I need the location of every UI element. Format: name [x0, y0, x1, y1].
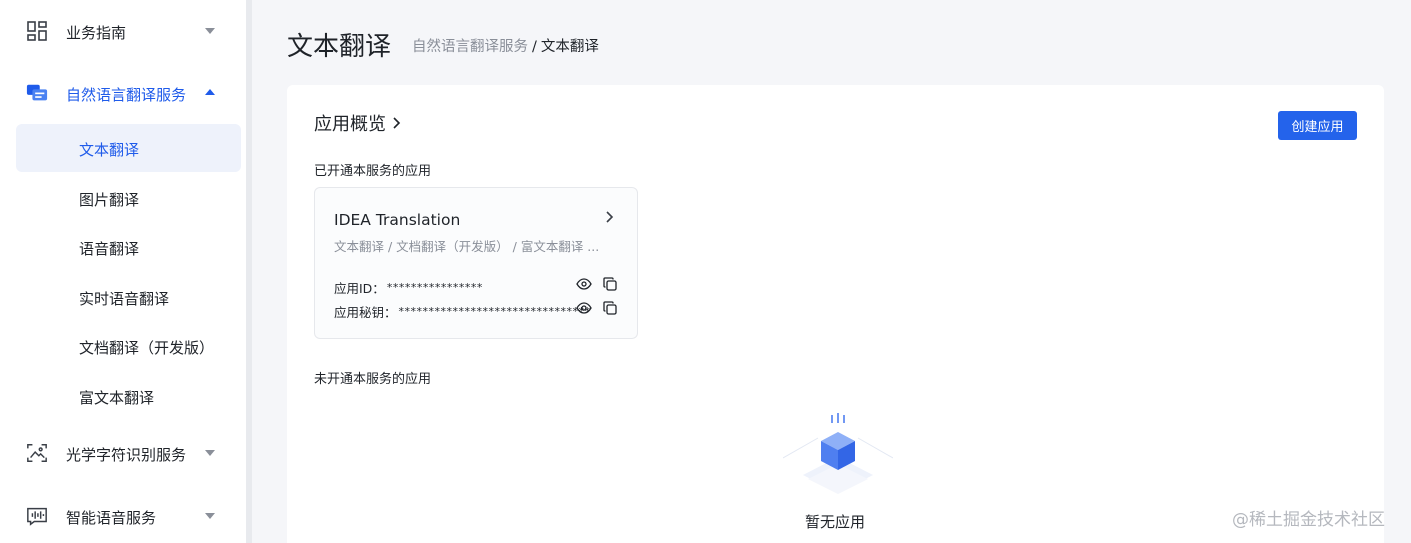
chevron-up-icon — [205, 89, 215, 95]
copy-icon[interactable] — [603, 277, 617, 291]
nav-group-label: 智能语音服务 — [66, 509, 157, 527]
disabled-apps-label: 未开通本服务的应用 — [314, 372, 432, 387]
breadcrumb-separator: / — [532, 39, 537, 55]
copy-icon[interactable] — [603, 301, 617, 315]
chevron-down-icon — [205, 28, 215, 34]
sidebar-item-label: 文本翻译 — [79, 141, 140, 159]
nav-group-label: 业务指南 — [66, 24, 127, 42]
scan-image-icon — [26, 442, 48, 464]
app-overview-link[interactable]: 应用概览 — [314, 110, 402, 136]
nav-group-nlp-translation[interactable]: 自然语言翻译服务 — [0, 73, 246, 113]
app-id-value: **************** — [386, 281, 483, 294]
sidebar-item-image-translation[interactable]: 图片翻译 — [16, 174, 241, 222]
grid-icon — [26, 20, 48, 42]
nav-group-speech[interactable]: 智能语音服务 — [0, 496, 246, 536]
sidebar-item-document-translation[interactable]: 文档翻译（开发版） — [16, 322, 241, 370]
nav-group-ocr[interactable]: 光学字符识别服务 — [0, 433, 246, 473]
enabled-apps-label: 已开通本服务的应用 — [314, 164, 432, 179]
chevron-down-icon — [205, 450, 215, 456]
chevron-right-icon — [393, 117, 401, 129]
app-secret-row: 应用秘钥： ******************************** — [334, 302, 591, 321]
sidebar-item-realtime-speech-translation[interactable]: 实时语音翻译 — [16, 273, 241, 321]
section-title-label: 应用概览 — [314, 114, 386, 135]
app-id-label: 应用ID： — [334, 281, 385, 296]
sidebar-scrollbar[interactable] — [246, 0, 252, 543]
sidebar-item-label: 文档翻译（开发版） — [79, 339, 215, 357]
watermark: @稀土掘金技术社区 — [1232, 510, 1385, 530]
create-app-button[interactable]: 创建应用 — [1278, 111, 1357, 140]
empty-box-illustration — [783, 413, 893, 494]
nav-group-business-guide[interactable]: 业务指南 — [0, 11, 246, 51]
chat-bubbles-icon — [26, 82, 48, 104]
sidebar-item-label: 图片翻译 — [79, 191, 140, 209]
app-secret-label: 应用秘钥： — [334, 305, 397, 320]
app-secret-value: ******************************** — [398, 305, 591, 318]
empty-state-text: 暂无应用 — [805, 513, 866, 531]
sidebar-item-text-translation[interactable]: 文本翻译 — [16, 124, 241, 172]
sidebar: 业务指南 自然语言翻译服务 文本翻译 图片翻译 语音翻译 实时语音翻译 文档翻译… — [0, 0, 246, 543]
sidebar-item-speech-translation[interactable]: 语音翻译 — [16, 223, 241, 271]
app-name: IDEA Translation — [334, 211, 461, 229]
chevron-down-icon — [205, 513, 215, 519]
eye-icon[interactable] — [576, 302, 592, 314]
chevron-right-icon — [606, 211, 614, 223]
page-title: 文本翻译 — [287, 32, 392, 62]
breadcrumb: 自然语言翻译服务 / 文本翻译 — [412, 35, 599, 56]
sidebar-item-rich-text-translation[interactable]: 富文本翻译 — [16, 372, 241, 420]
breadcrumb-current: 文本翻译 — [540, 39, 599, 55]
voice-message-icon — [26, 505, 48, 527]
sidebar-item-label: 实时语音翻译 — [79, 290, 170, 308]
app-card[interactable]: IDEA Translation 文本翻译 / 文档翻译（开发版） / 富文本翻… — [314, 187, 638, 339]
nav-group-label: 光学字符识别服务 — [66, 446, 187, 464]
breadcrumb-parent[interactable]: 自然语言翻译服务 — [412, 39, 528, 55]
sidebar-item-label: 语音翻译 — [79, 240, 140, 258]
app-services: 文本翻译 / 文档翻译（开发版） / 富文本翻译 ... — [334, 239, 600, 254]
sidebar-item-label: 富文本翻译 — [79, 389, 155, 407]
eye-icon[interactable] — [576, 278, 592, 290]
app-id-row: 应用ID： **************** — [334, 278, 483, 297]
overview-card: 应用概览 创建应用 已开通本服务的应用 IDEA Translation 文本翻… — [287, 85, 1384, 543]
nav-group-label: 自然语言翻译服务 — [66, 86, 187, 104]
